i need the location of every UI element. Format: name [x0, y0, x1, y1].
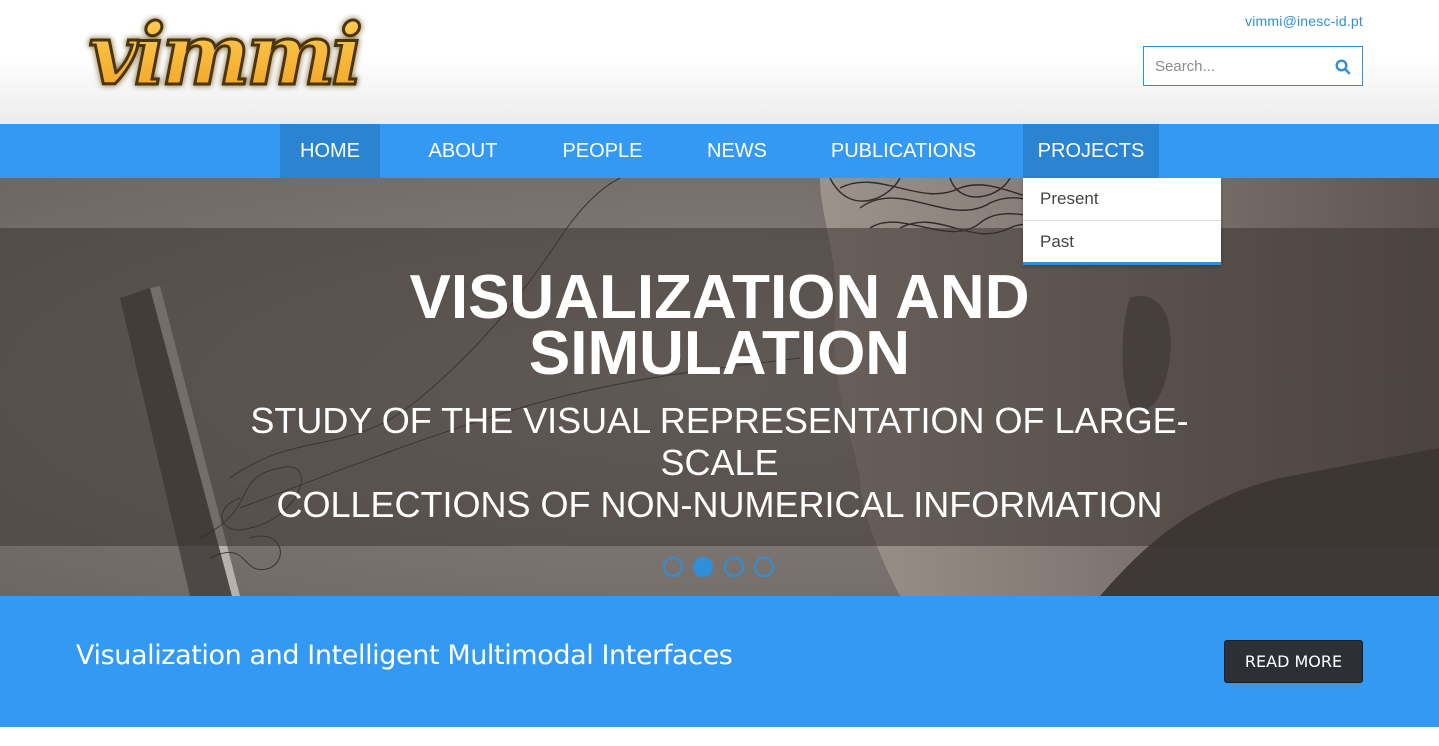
vimmi-logo-image: vimmi	[87, 4, 365, 106]
main-nav: HOME ABOUT PEOPLE NEWS PUBLICATIONS PROJ…	[0, 124, 1439, 178]
hero-subtitle-line2: COLLECTIONS OF NON-NUMERICAL INFORMATION	[276, 484, 1163, 525]
projects-dropdown-menu: Present Past	[1023, 178, 1221, 265]
dropdown-item-present[interactable]: Present	[1023, 178, 1221, 220]
search-box	[1143, 46, 1363, 86]
contact-email-link[interactable]: vimmi@inesc-id.pt	[1245, 13, 1363, 29]
hero-title-line2: SIMULATION	[528, 319, 911, 388]
svg-text:vimmi: vimmi	[89, 14, 360, 104]
slide-indicators	[663, 557, 783, 579]
read-more-button[interactable]: READ MORE	[1224, 640, 1363, 683]
nav-item-publications[interactable]: PUBLICATIONS	[815, 124, 992, 178]
hero-title-line1: VISUALIZATION AND	[409, 263, 1030, 332]
search-icon[interactable]	[1334, 58, 1352, 76]
intro-heading: Visualization and Intelligent Multimodal…	[76, 640, 733, 671]
site-header: vimmi vimmi@inesc-id.pt	[0, 0, 1439, 124]
intro-band: Visualization and Intelligent Multimodal…	[0, 596, 1439, 727]
hero-slider: VISUALIZATION AND SIMULATION STUDY OF TH…	[0, 178, 1439, 596]
slide-dot-3[interactable]	[724, 557, 744, 577]
nav-item-projects[interactable]: PROJECTS	[1023, 124, 1159, 178]
slide-dot-1[interactable]	[663, 557, 683, 577]
slide-dot-2[interactable]	[693, 557, 713, 577]
nav-item-about[interactable]: ABOUT	[413, 124, 513, 178]
dropdown-item-past[interactable]: Past	[1023, 221, 1221, 263]
nav-item-people[interactable]: PEOPLE	[550, 124, 655, 178]
hero-title: VISUALIZATION AND SIMULATION	[0, 263, 1439, 388]
search-input[interactable]	[1144, 47, 1329, 85]
hero-subtitle-line1: STUDY OF THE VISUAL REPRESENTATION OF LA…	[250, 400, 1189, 483]
slide-dot-4[interactable]	[754, 557, 774, 577]
hero-subtitle: STUDY OF THE VISUAL REPRESENTATION OF LA…	[200, 400, 1239, 526]
nav-item-home[interactable]: HOME	[280, 124, 380, 178]
site-logo[interactable]: vimmi	[76, 4, 372, 110]
nav-item-news[interactable]: NEWS	[692, 124, 782, 178]
